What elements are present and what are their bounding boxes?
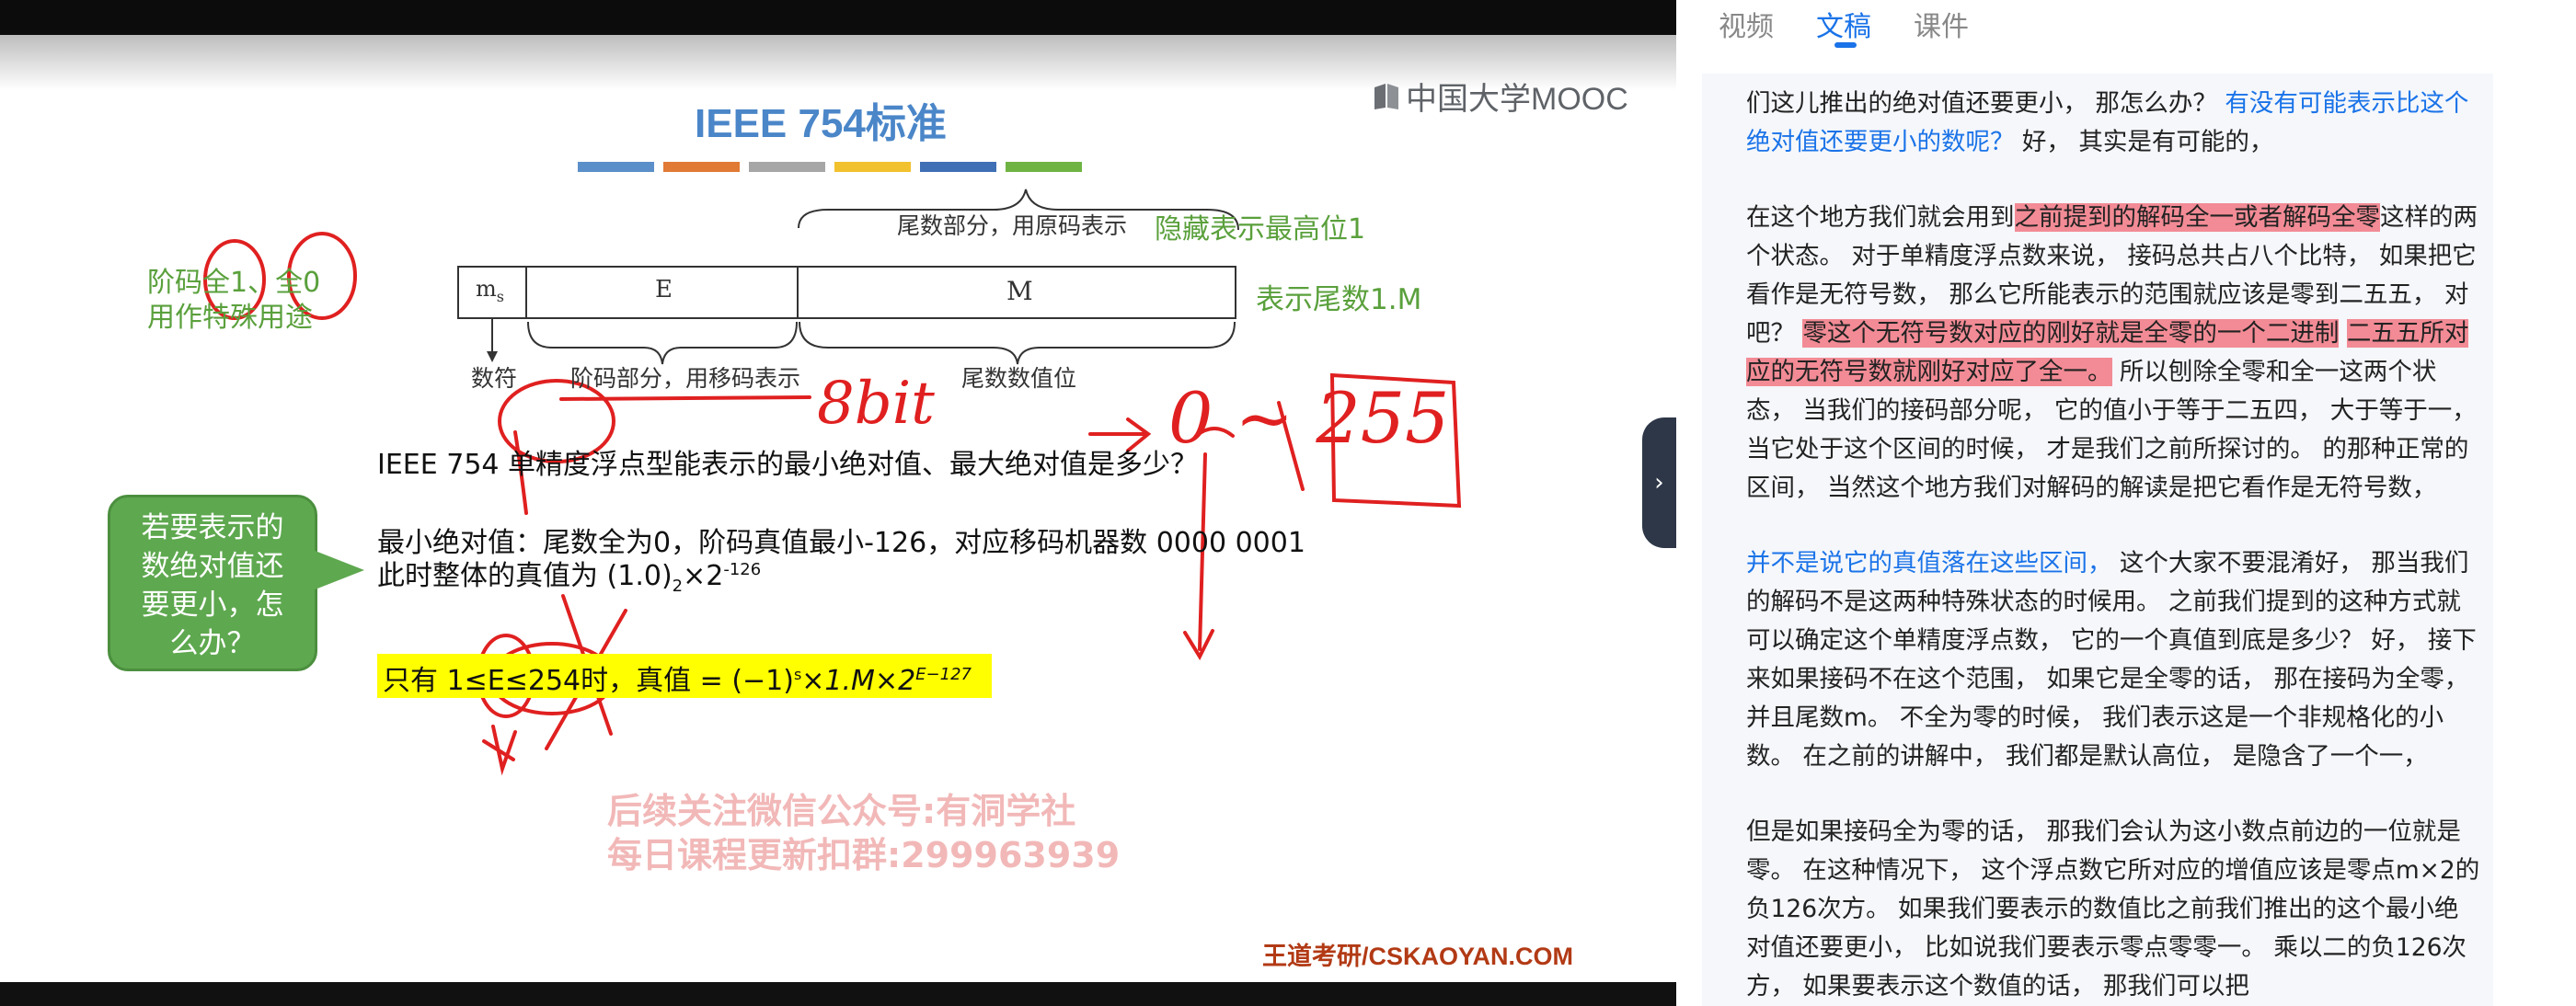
video-player[interactable]: 中国大学MOOC IEEE 754标准 尾数部分，用原码表示 隐藏表示最高位1 … — [0, 0, 1676, 1006]
tab-video[interactable]: 视频 — [1719, 0, 1774, 51]
transcript-text: 但是如果接码全为零的话， 那我们会认为这小数点前边的一位就是零。 在这种情况下，… — [1746, 817, 2480, 1000]
chevron-right-icon: › — [1654, 469, 1664, 497]
label-exponent: 阶码部分，用移码表示 — [570, 365, 801, 392]
transcript-text — [2339, 319, 2346, 348]
min-abs-sub: 2 — [672, 577, 684, 596]
label-sign: 数符 — [471, 365, 518, 392]
transcript-highlight-blue[interactable]: 并不是说它的真值落在这些区间， — [1746, 549, 2112, 577]
represent-note: 表示尾数1.M — [1256, 283, 1422, 316]
callout-line: 么办？ — [169, 627, 256, 660]
field-e: E — [655, 276, 673, 303]
only-when-formula: 只有 1≤E≤254时，真值 = (−1)s×1.M×2E−127 — [383, 657, 972, 698]
watermark-line: 每日课程更新扣群:299963939 — [607, 835, 1121, 875]
transcript-paragraph[interactable]: 但是如果接码全为零的话， 那我们会认为这小数点前边的一位就是零。 在这种情况下，… — [1746, 813, 2482, 1006]
watermark-line: 后续关注微信公众号:有洞学社 — [607, 791, 1076, 831]
hand-range: 0 ~ 255 — [1168, 377, 1450, 459]
field-ms-sub: s — [496, 287, 504, 305]
watermark: 后续关注微信公众号:有洞学社 每日课程更新扣群:299963939 — [607, 789, 1120, 877]
formula-exp: E−127 — [915, 665, 972, 684]
min-abs-line2: 此时整体的真值为 (1.0)2×2-126 — [377, 553, 761, 596]
panel-tabs: 视频 文稿 课件 — [1676, 0, 2576, 51]
transcript-content[interactable]: 们这儿推出的绝对值还要更小， 那怎么办？ 有没有可能表示比这个绝对值还要更小的数… — [1702, 74, 2493, 1006]
min-abs-prefix: 此时整体的真值为 (1.0) — [377, 560, 673, 592]
side-panel: 视频 文稿 课件 们这儿推出的绝对值还要更小， 那怎么办？ 有没有可能表示比这个… — [1676, 0, 2576, 1006]
callout-bubble: 若要表示的 数绝对值还 要更小，怎 么办？ — [108, 495, 317, 671]
hidden-bit-note: 隐藏表示最高位1 — [1155, 213, 1366, 246]
transcript-text: 在这个地方我们就会用到 — [1746, 203, 2015, 232]
transcript-text: 们这儿推出的绝对值还要更小， 那怎么办？ — [1746, 89, 2225, 118]
callout-line: 要更小，怎 — [141, 589, 284, 622]
formula-prefix: 只有 1≤E≤254时，真值 = (−1) — [383, 665, 794, 697]
callout-line: 数绝对值还 — [141, 550, 284, 583]
transcript-highlight-pink[interactable]: 零这个无符号数对应的刚好就是全零的一个二进制 — [1802, 319, 2340, 348]
callout-line: 若要表示的 — [141, 511, 284, 544]
app-root: 中国大学MOOC IEEE 754标准 尾数部分，用原码表示 隐藏表示最高位1 … — [0, 0, 2576, 1006]
slide-footer-brand: 王道考研/CSKAOYAN.COM — [1262, 943, 1574, 970]
transcript-paragraph[interactable]: 们这儿推出的绝对值还要更小， 那怎么办？ 有没有可能表示比这个绝对值还要更小的数… — [1746, 85, 2482, 162]
transcript-text: 好， 其实是有可能的， — [2014, 128, 2274, 156]
min-abs-exp: -126 — [723, 560, 762, 579]
transcript-paragraph[interactable]: 并不是说它的真值落在这些区间， 这个大家不要混淆好， 那当我们的解码不是这两种特… — [1746, 544, 2482, 776]
field-ms-letter: m — [476, 276, 497, 302]
callout-pointer — [313, 550, 364, 590]
transcript-highlight-pink[interactable]: 之前提到的解码全一或者解码全零 — [2014, 203, 2380, 232]
tab-courseware[interactable]: 课件 — [1914, 0, 1969, 51]
tab-transcript[interactable]: 文稿 — [1816, 0, 1871, 51]
expand-panel-button[interactable]: › — [1642, 417, 1676, 548]
video-bottom-bar — [0, 982, 1676, 1006]
lecture-slide: 中国大学MOOC IEEE 754标准 尾数部分，用原码表示 隐藏表示最高位1 … — [0, 35, 1676, 982]
field-m: M — [1006, 276, 1033, 306]
transcript-text: 这个大家不要混淆好， 那当我们的解码不是这两种特殊状态的时候用。 之前我们提到的… — [1746, 549, 2477, 771]
formula-mid: ×1.M×2 — [801, 665, 916, 697]
mantissa-note: 尾数部分，用原码表示 — [897, 212, 1128, 239]
field-ms: ms — [476, 276, 504, 305]
special-note-line2: 用作特殊用途 — [147, 302, 313, 334]
label-mantissa-value: 尾数数值位 — [961, 365, 1077, 392]
hand-8bit: 8bit — [817, 370, 935, 438]
question-text: IEEE 754 单精度浮点型能表示的最小绝对值、最大绝对值是多少？ — [377, 449, 1199, 481]
min-abs-times: ×2 — [683, 560, 724, 592]
transcript-paragraph[interactable]: 在这个地方我们就会用到之前提到的解码全一或者解码全零这样的两个状态。 对于单精度… — [1746, 199, 2482, 508]
